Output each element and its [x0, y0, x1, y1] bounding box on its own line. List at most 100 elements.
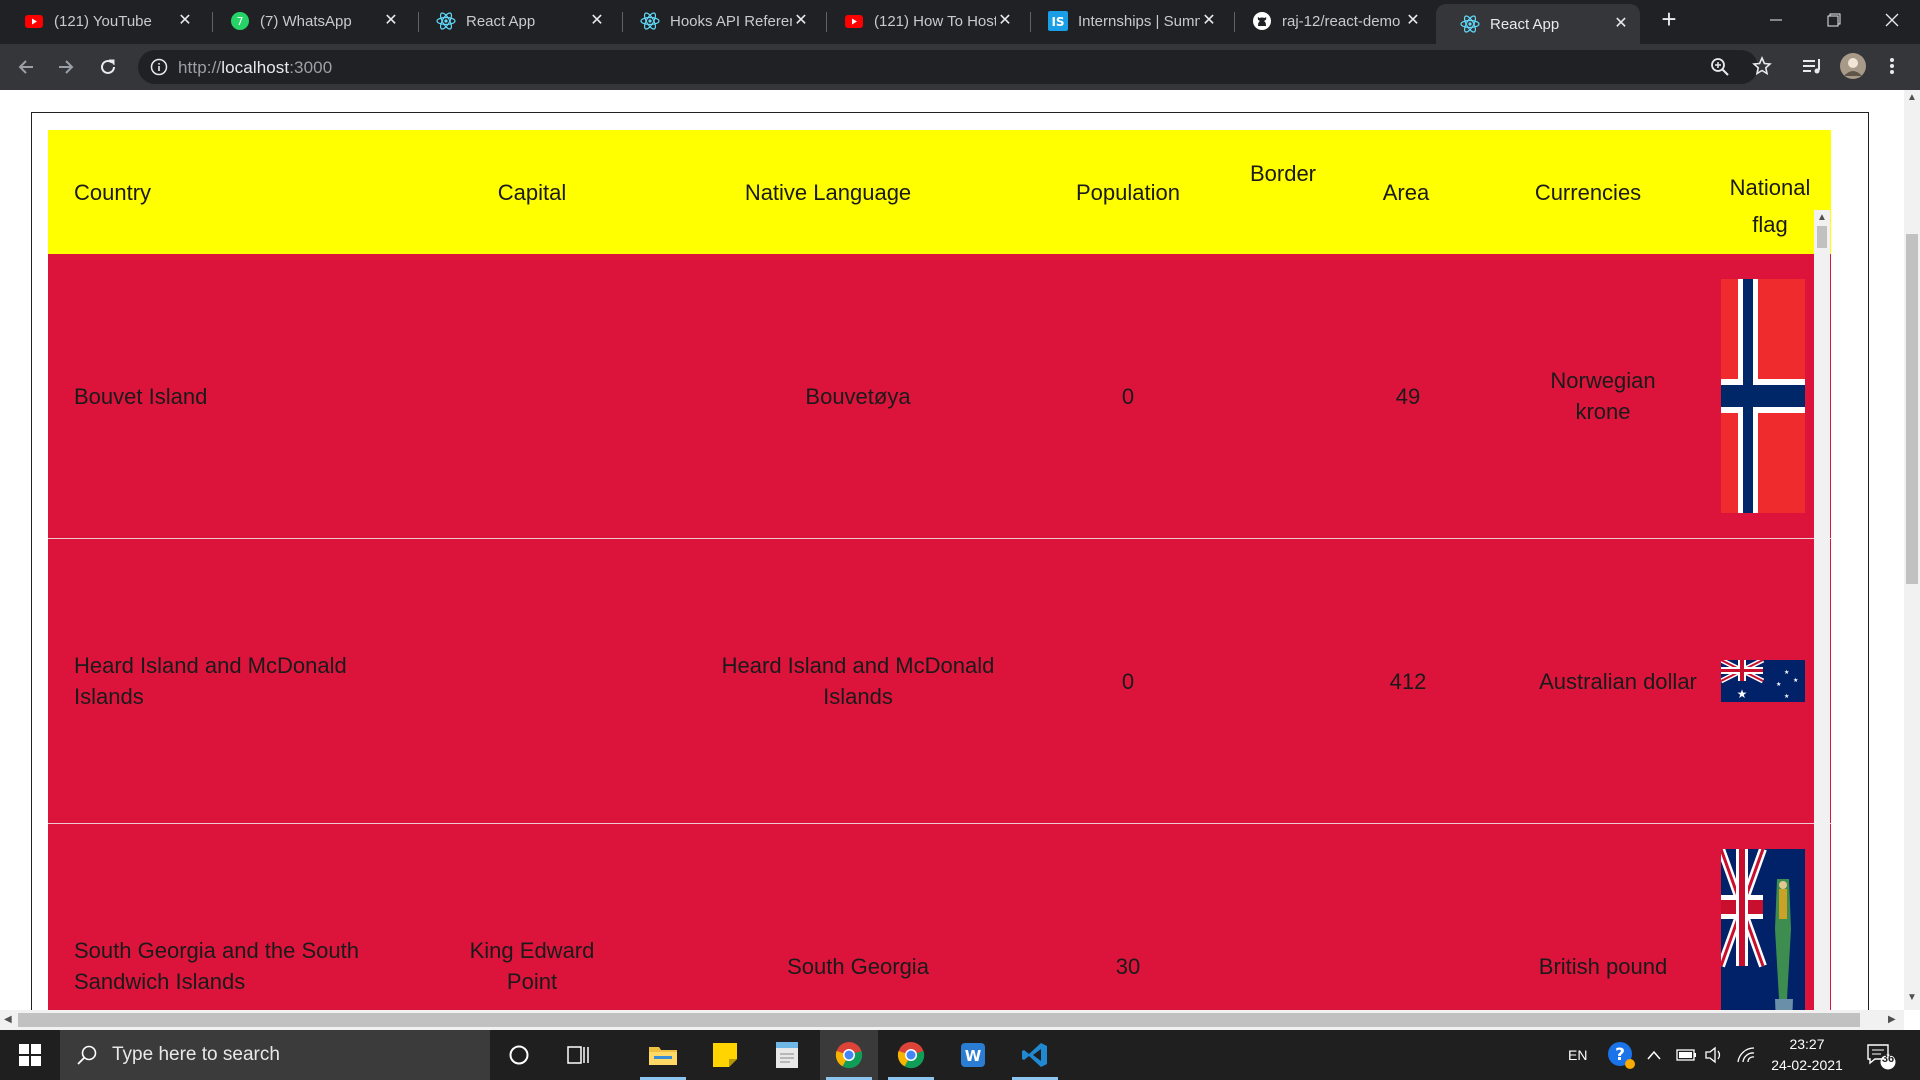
github-icon: [1252, 11, 1272, 31]
close-window-button[interactable]: [1864, 0, 1920, 40]
cell-capital: [432, 539, 632, 823]
tab-close-icon[interactable]: ✕: [588, 12, 606, 30]
cell-country: South Georgia and the South Sandwich Isl…: [74, 938, 359, 994]
whatsapp-icon: 7: [230, 11, 250, 31]
tab-github[interactable]: raj-12/react-demo ✕: [1228, 4, 1432, 38]
tab-close-icon[interactable]: ✕: [1404, 12, 1422, 30]
new-tab-button[interactable]: +: [1656, 6, 1682, 32]
clock-time: 23:27: [1789, 1036, 1825, 1052]
profile-avatar[interactable]: [1838, 51, 1868, 81]
youtube-icon: [844, 11, 864, 31]
youtube-icon: [24, 11, 44, 31]
header-national-flag: National flag: [1718, 130, 1822, 254]
system-clock[interactable]: 23:27 24-02-2021: [1764, 1034, 1850, 1076]
battery-icon[interactable]: [1676, 1030, 1698, 1080]
tab-close-icon[interactable]: ✕: [382, 12, 400, 30]
site-info-icon[interactable]: [150, 58, 168, 76]
cell-area: [1368, 824, 1448, 1010]
notifications-button[interactable]: 36: [1866, 1030, 1896, 1080]
cortana-button[interactable]: [490, 1030, 548, 1080]
header-capital: Capital: [497, 179, 567, 205]
svg-text:?: ?: [1615, 1045, 1625, 1065]
cell-border: [1228, 254, 1338, 538]
table-row: Bouvet Island Bouvetøya 0 49 Norwegian k…: [48, 254, 1831, 538]
url-port: :3000: [289, 58, 333, 77]
tab-close-icon[interactable]: ✕: [792, 12, 810, 30]
react-icon: [640, 11, 660, 31]
norway-flag: [1721, 279, 1805, 513]
scrollbar-thumb[interactable]: [1906, 234, 1918, 584]
tab-close-icon[interactable]: ✕: [176, 12, 194, 30]
tab-react-app-active[interactable]: React App ✕: [1436, 4, 1640, 44]
tab-internships[interactable]: IS Internships | Summ ✕: [1024, 4, 1228, 38]
header-country: Country: [74, 179, 152, 205]
table-vertical-scrollbar[interactable]: ▲: [1814, 210, 1830, 1010]
cell-capital: King Edward Point: [469, 938, 595, 994]
tab-react-app[interactable]: React App ✕: [412, 4, 616, 38]
header-currencies: Currencies: [1534, 179, 1642, 205]
tab-title: (7) WhatsApp: [260, 12, 352, 30]
forward-button[interactable]: [52, 53, 80, 81]
address-bar[interactable]: http://localhost:3000: [138, 50, 1758, 84]
vscode-icon[interactable]: [1006, 1030, 1064, 1080]
cell-population: 0: [1121, 383, 1135, 409]
back-button[interactable]: [12, 53, 40, 81]
svg-text:★: ★: [1793, 677, 1798, 684]
tab-youtube[interactable]: (121) YouTube ✕: [0, 4, 204, 38]
show-hidden-icons-icon[interactable]: [1646, 1030, 1662, 1080]
cell-area: 412: [1389, 668, 1427, 694]
svg-text:7: 7: [237, 15, 244, 28]
page-horizontal-scrollbar[interactable]: ◀ ▶: [0, 1010, 1904, 1030]
reload-button[interactable]: [94, 53, 122, 81]
wifi-icon[interactable]: [1736, 1030, 1756, 1080]
help-icon[interactable]: ?: [1606, 1030, 1636, 1080]
browser-toolbar: http://localhost:3000: [0, 44, 1920, 90]
cell-border: [1228, 824, 1338, 1010]
tab-youtube-host[interactable]: (121) How To Host ✕: [820, 4, 1024, 38]
tab-close-icon[interactable]: ✕: [1200, 12, 1218, 30]
svg-text:★: ★: [1784, 669, 1789, 676]
url-text: http://localhost:3000: [178, 58, 332, 78]
notepad-icon[interactable]: [758, 1030, 816, 1080]
restore-button[interactable]: [1806, 0, 1862, 40]
react-icon: [1460, 14, 1480, 34]
file-explorer-icon[interactable]: [634, 1030, 692, 1080]
scroll-down-arrow-icon[interactable]: ▼: [1907, 992, 1917, 1003]
cell-currencies: Australian dollar: [1539, 668, 1697, 694]
scroll-up-arrow-icon[interactable]: ▲: [1817, 212, 1827, 223]
volume-icon[interactable]: [1704, 1030, 1726, 1080]
zoom-icon[interactable]: [1708, 55, 1732, 79]
tab-close-icon[interactable]: ✕: [996, 12, 1014, 30]
scroll-right-arrow-icon[interactable]: ▶: [1888, 1014, 1896, 1025]
bookmark-star-icon[interactable]: [1750, 54, 1774, 78]
task-view-button[interactable]: [550, 1030, 608, 1080]
scroll-left-arrow-icon[interactable]: ◀: [4, 1014, 12, 1025]
table-row: South Georgia and the South Sandwich Isl…: [48, 824, 1831, 1010]
internshala-icon: IS: [1048, 11, 1068, 31]
scrollbar-thumb[interactable]: [18, 1013, 1860, 1027]
more-menu-icon[interactable]: [1880, 54, 1904, 78]
tab-whatsapp[interactable]: 7 (7) WhatsApp ✕: [206, 4, 410, 38]
cell-currencies: Norwegian krone: [1550, 368, 1656, 424]
page-viewport: Country Capital Native Language Populati…: [0, 90, 1904, 1010]
tab-title: raj-12/react-demo: [1282, 12, 1401, 30]
wps-writer-icon[interactable]: W: [944, 1030, 1002, 1080]
media-queue-icon[interactable]: [1800, 54, 1824, 78]
chrome-icon[interactable]: [820, 1030, 878, 1080]
minimize-button[interactable]: [1748, 0, 1804, 40]
tab-close-icon[interactable]: ✕: [1612, 15, 1630, 33]
scrollbar-thumb[interactable]: [1817, 226, 1827, 248]
input-language[interactable]: EN: [1568, 1030, 1587, 1080]
start-button[interactable]: [0, 1030, 60, 1080]
taskbar-search-box[interactable]: Type here to search: [60, 1030, 490, 1080]
sticky-notes-icon[interactable]: [696, 1030, 754, 1080]
page-vertical-scrollbar[interactable]: ▲ ▼: [1904, 90, 1920, 1010]
cell-native-language: Bouvetøya: [805, 383, 911, 409]
cell-capital: [432, 254, 632, 538]
scroll-up-arrow-icon[interactable]: ▲: [1907, 92, 1917, 103]
cell-native-language: Heard Island and McDonald Islands: [721, 653, 995, 709]
australia-flag: ★ ★ ★ ★ ★: [1721, 660, 1805, 702]
search-icon: [77, 1045, 97, 1065]
tab-hooks-api[interactable]: Hooks API Referen ✕: [616, 4, 820, 38]
chrome-profile-icon[interactable]: [882, 1030, 940, 1080]
